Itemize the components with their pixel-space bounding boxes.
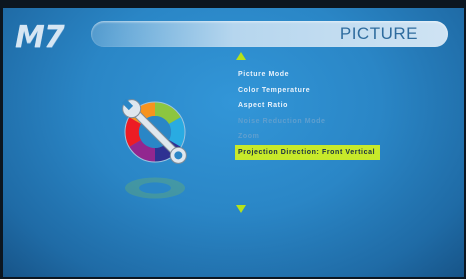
page-title: PICTURE bbox=[339, 24, 418, 43]
menu-item-aspect-ratio[interactable]: Aspect Ratio bbox=[235, 98, 395, 114]
triangle-down-icon[interactable] bbox=[236, 205, 246, 213]
osd-screen: M7 PICTURE Picture Mode Color Temperatur… bbox=[3, 8, 464, 277]
menu-item-zoom: Zoom bbox=[238, 133, 260, 140]
menu-item-projection-direction[interactable]: Projection Direction: Front Vertical bbox=[235, 144, 380, 160]
triangle-up-icon[interactable] bbox=[236, 52, 246, 60]
picture-menu: Picture Mode Color Temperature Aspect Ra… bbox=[235, 67, 395, 160]
menu-item-noise-reduction: Noise Reduction Mode bbox=[238, 117, 326, 125]
menu-item-picture-mode[interactable]: Picture Mode bbox=[235, 67, 395, 83]
color-wheel-wrench-icon bbox=[121, 92, 201, 212]
title-bar: PICTURE bbox=[91, 21, 448, 47]
brand-logo: M7 bbox=[15, 20, 65, 55]
menu-item-color-temperature[interactable]: Color Temperature bbox=[235, 83, 395, 99]
